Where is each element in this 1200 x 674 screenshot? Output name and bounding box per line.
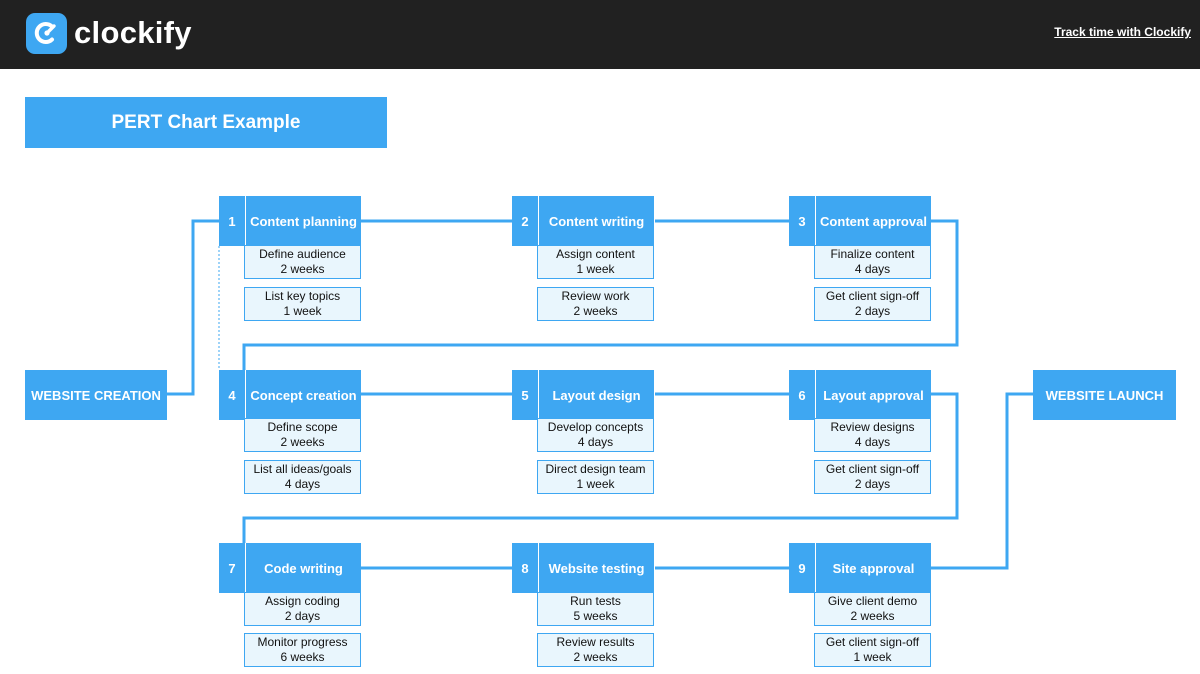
subtask-duration: 1 week: [576, 262, 615, 276]
subtask-name: Finalize content: [830, 247, 915, 261]
subtask-duration: 2 days: [854, 304, 891, 318]
task-4-number: 4: [219, 370, 245, 420]
task-7-subtask-1: Assign coding 2 days: [244, 592, 361, 626]
task-1-subtask-1: Define audience 2 weeks: [244, 245, 361, 279]
subtask-duration: 2 weeks: [850, 609, 895, 623]
subtask-duration: 4 days: [577, 435, 614, 449]
connector-9-to-end: [931, 392, 1034, 570]
subtask-duration: 1 week: [576, 477, 615, 491]
task-8-subtask-2: Review results 2 weeks: [537, 633, 654, 667]
subtask-duration: 2 weeks: [573, 304, 618, 318]
task-5-subtask-1: Develop concepts 4 days: [537, 418, 654, 452]
task-7-header: Code writing: [245, 543, 361, 593]
task-9-header: Site approval: [815, 543, 931, 593]
task-6-subtask-1: Review designs 4 days: [814, 418, 931, 452]
subtask-name: Develop concepts: [547, 420, 644, 434]
task-9-subtask-2: Get client sign-off 1 week: [814, 633, 931, 667]
subtask-duration: 2 weeks: [280, 262, 325, 276]
subtask-duration: 4 days: [854, 262, 891, 276]
subtask-name: Get client sign-off: [825, 635, 920, 649]
subtask-name: Monitor progress: [257, 635, 348, 649]
task-4-header: Concept creation: [245, 370, 361, 420]
subtask-name: Give client demo: [827, 594, 918, 608]
task-1-number: 1: [219, 196, 245, 246]
task-6-header: Layout approval: [815, 370, 931, 420]
subtask-duration: 2 weeks: [573, 650, 618, 664]
subtask-name: List all ideas/goals: [253, 462, 352, 476]
task-6-subtask-2: Get client sign-off 2 days: [814, 460, 931, 494]
task-8-header: Website testing: [538, 543, 654, 593]
task-9-number: 9: [789, 543, 815, 593]
task-7-subtask-2: Monitor progress 6 weeks: [244, 633, 361, 667]
subtask-name: Run tests: [570, 594, 621, 608]
subtask-duration: 2 days: [854, 477, 891, 491]
task-3-subtask-2: Get client sign-off 2 days: [814, 287, 931, 321]
task-3-number: 3: [789, 196, 815, 246]
connector-start-to-1: [167, 219, 219, 396]
subtask-name: Direct design team: [545, 462, 646, 476]
subtask-name: List key topics: [264, 289, 341, 303]
task-4-subtask-2: List all ideas/goals 4 days: [244, 460, 361, 494]
subtask-duration: 5 weeks: [573, 609, 618, 623]
task-8-number: 8: [512, 543, 538, 593]
subtask-name: Assign content: [556, 247, 635, 261]
task-2-subtask-2: Review work 2 weeks: [537, 287, 654, 321]
end-node: WEBSITE LAUNCH: [1033, 370, 1176, 420]
subtask-name: Get client sign-off: [825, 462, 920, 476]
task-1-subtask-2: List key topics 1 week: [244, 287, 361, 321]
subtask-name: Get client sign-off: [825, 289, 920, 303]
task-1-header: Content planning: [245, 196, 361, 246]
task-3-header: Content approval: [815, 196, 931, 246]
task-2-number: 2: [512, 196, 538, 246]
subtask-duration: 6 weeks: [280, 650, 325, 664]
task-3-subtask-1: Finalize content 4 days: [814, 245, 931, 279]
task-5-number: 5: [512, 370, 538, 420]
subtask-duration: 1 week: [283, 304, 322, 318]
subtask-duration: 2 weeks: [280, 435, 325, 449]
subtask-duration: 4 days: [284, 477, 321, 491]
task-6-number: 6: [789, 370, 815, 420]
task-4-subtask-1: Define scope 2 weeks: [244, 418, 361, 452]
subtask-name: Define scope: [267, 420, 338, 434]
subtask-name: Review results: [556, 635, 635, 649]
subtask-duration: 4 days: [854, 435, 891, 449]
task-9-subtask-1: Give client demo 2 weeks: [814, 592, 931, 626]
task-8-subtask-1: Run tests 5 weeks: [537, 592, 654, 626]
subtask-name: Review work: [561, 289, 630, 303]
subtask-name: Review designs: [830, 420, 915, 434]
task-7-number: 7: [219, 543, 245, 593]
subtask-duration: 2 days: [284, 609, 321, 623]
task-2-header: Content writing: [538, 196, 654, 246]
task-5-subtask-2: Direct design team 1 week: [537, 460, 654, 494]
subtask-name: Assign coding: [265, 594, 340, 608]
start-node: WEBSITE CREATION: [25, 370, 167, 420]
task-5-header: Layout design: [538, 370, 654, 420]
subtask-duration: 1 week: [853, 650, 892, 664]
task-2-subtask-1: Assign content 1 week: [537, 245, 654, 279]
subtask-name: Define audience: [259, 247, 346, 261]
